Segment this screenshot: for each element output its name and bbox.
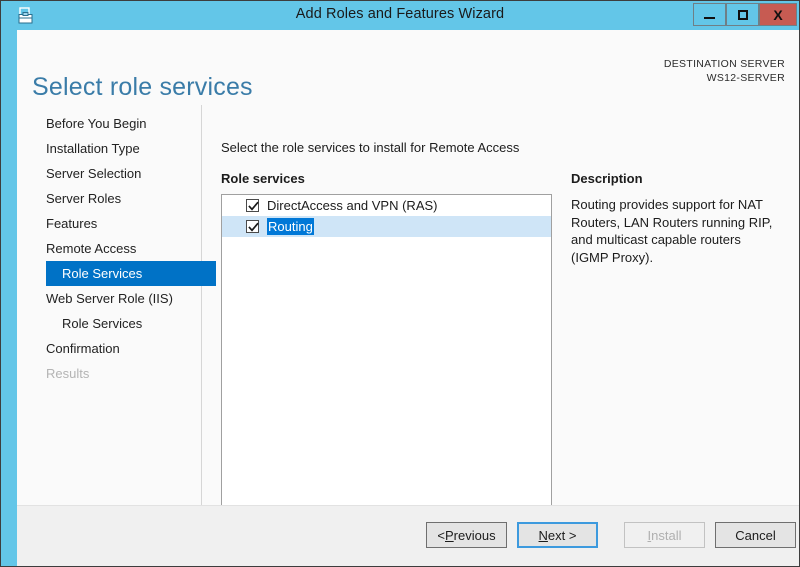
sidebar-item-server-selection[interactable]: Server Selection [17,161,202,186]
destination-server-block: DESTINATION SERVER WS12-SERVER [664,57,785,85]
minimize-button[interactable] [693,3,726,26]
sidebar-item-label: Features [46,216,98,231]
role-service-row[interactable]: Routing [222,216,551,237]
sidebar-item-label: Role Services [62,316,143,331]
wizard-window: Add Roles and Features Wizard X Select r… [0,0,800,567]
maximize-button[interactable] [726,3,759,26]
maximize-icon [737,9,748,20]
destination-server-name: WS12-SERVER [706,72,785,84]
sidebar-item-label: Installation Type [46,141,140,156]
install-button: Install [624,522,705,548]
checkbox-checked-icon[interactable] [246,220,259,233]
checkbox-checked-icon[interactable] [246,199,259,212]
sidebar-item-label: Results [46,366,90,381]
role-service-label: DirectAccess and VPN (RAS) [267,198,438,213]
sidebar-item-role-services[interactable]: Role Services [17,311,202,336]
next-button[interactable]: Next > [517,522,598,548]
sidebar-item-label: Web Server Role (IIS) [46,291,173,306]
close-button[interactable]: X [759,3,797,26]
destination-server-label: DESTINATION SERVER [663,58,785,70]
sidebar-item-confirmation[interactable]: Confirmation [17,336,202,361]
sidebar-item-web-server-role-iis[interactable]: Web Server Role (IIS) [17,286,202,311]
previous-button[interactable]: < Previous [426,522,507,548]
role-services-label: Role services [221,171,305,186]
sidebar-item-label: Role Services [62,266,143,281]
sidebar-item-features[interactable]: Features [17,211,202,236]
sidebar-item-before-you-begin[interactable]: Before You Begin [17,111,202,136]
role-services-listbox[interactable]: DirectAccess and VPN (RAS) Routing [221,194,552,526]
window-title: Add Roles and Features Wizard [295,6,505,22]
instruction-text: Select the role services to install for … [221,140,520,155]
sidebar-item-results: Results [17,361,202,386]
sidebar-item-role-services[interactable]: Role Services [46,261,216,286]
title-bar[interactable]: Add Roles and Features Wizard X [1,1,799,30]
page-title: Select role services [32,72,253,101]
sidebar-item-label: Server Roles [46,191,122,206]
role-service-row[interactable]: DirectAccess and VPN (RAS) [222,195,551,216]
wizard-step-nav: Before You Begin Installation Type Server … [17,111,216,386]
close-icon: X [773,6,783,23]
role-service-label: Routing [267,218,314,235]
wizard-client-area: Select role services DESTINATION SERVER … [17,30,799,566]
minimize-icon [704,17,715,19]
cancel-button[interactable]: Cancel [715,522,796,548]
wizard-footer: < Previous Next > Install Cancel [17,505,799,566]
sidebar-item-label: Confirmation [46,341,120,356]
description-title: Description [571,171,643,186]
description-body: Routing provides support for NAT Routers… [571,197,773,265]
sidebar-item-remote-access[interactable]: Remote Access [17,236,202,261]
sidebar-item-server-roles[interactable]: Server Roles [17,186,202,211]
sidebar-item-label: Remote Access [46,241,137,256]
sidebar-item-label: Before You Begin [46,116,147,131]
sidebar-item-label: Server Selection [46,166,142,181]
sidebar-item-installation-type[interactable]: Installation Type [17,136,202,161]
